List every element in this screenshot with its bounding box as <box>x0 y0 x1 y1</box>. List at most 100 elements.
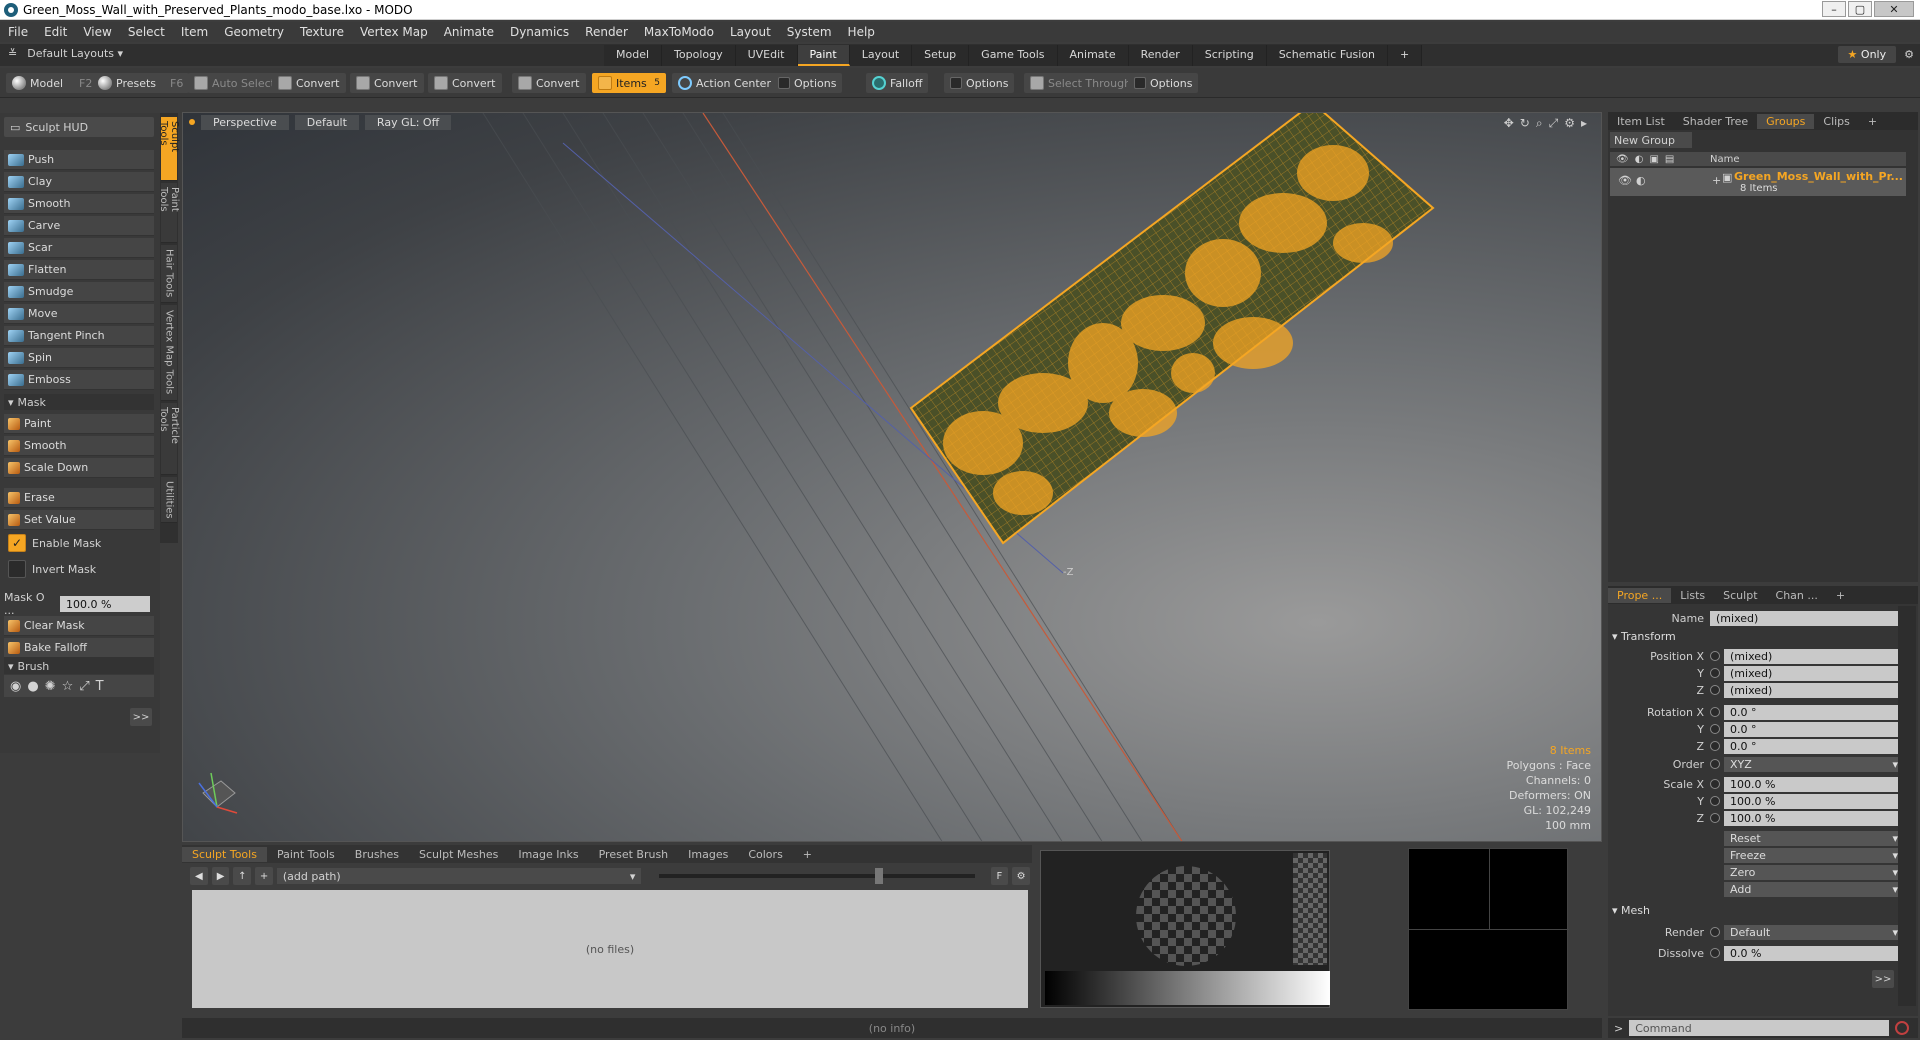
tab-setup[interactable]: Setup <box>912 45 970 66</box>
filter-button[interactable]: F <box>990 867 1009 885</box>
tab-layout[interactable]: Layout <box>849 45 913 66</box>
back-arrow-icon[interactable]: ◀ <box>190 867 208 885</box>
rotation-z-field[interactable]: 0.0 ° <box>1724 738 1904 754</box>
tab-clips[interactable]: Clips <box>1814 114 1859 129</box>
stroke-brush-icon[interactable]: ⤢ <box>79 679 89 694</box>
tab-game-tools[interactable]: Game Tools <box>969 45 1058 66</box>
raygl-dropdown[interactable]: Ray GL: Off <box>364 114 452 130</box>
row-render-icon[interactable]: ◐ <box>1636 174 1646 187</box>
invert-mask-row[interactable]: Invert Mask <box>4 558 154 580</box>
3d-viewport[interactable]: -Z Perspective Default Ray GL: Off ✥ ↻ ⌕… <box>182 112 1602 842</box>
tab-paint-tools[interactable]: Paint Tools <box>267 847 345 862</box>
radio-icon[interactable] <box>1710 724 1720 734</box>
tab-preset-brush[interactable]: Preset Brush <box>589 847 679 862</box>
menu-layout[interactable]: Layout <box>722 25 779 39</box>
invert-mask-checkbox[interactable] <box>8 560 26 578</box>
vtab-paint-tools[interactable]: Paint Tools <box>158 183 180 243</box>
action-center-button[interactable]: Action Center <box>672 73 777 93</box>
zoom-icon[interactable]: ⌕ <box>1536 116 1543 131</box>
tab-schematic-fusion[interactable]: Schematic Fusion <box>1266 45 1389 66</box>
tab-brushes[interactable]: Brushes <box>345 847 409 862</box>
tool-smudge[interactable]: Smudge <box>4 282 154 302</box>
zero-dropdown[interactable]: Zero ▾ <box>1724 864 1904 880</box>
auto-select-button[interactable]: Auto Select <box>188 73 281 93</box>
tool-tangent-pinch[interactable]: Tangent Pinch <box>4 326 154 346</box>
add-path-icon[interactable]: + <box>255 867 273 885</box>
radio-icon[interactable] <box>1710 796 1720 806</box>
bake-falloff-button[interactable]: Bake Falloff <box>4 638 154 658</box>
layout-toggle-icon[interactable]: ≚ <box>8 47 17 60</box>
convert-button-1[interactable]: Convert <box>272 73 346 93</box>
vtab-particle-tools[interactable]: Particle Tools <box>158 403 180 475</box>
scale-z-field[interactable]: 100.0 % <box>1724 810 1904 826</box>
tool-move[interactable]: Move <box>4 304 154 324</box>
rotate-icon[interactable]: ↻ <box>1520 116 1530 131</box>
close-button[interactable]: ✕ <box>1874 1 1914 17</box>
position-x-field[interactable]: (mixed) <box>1724 648 1904 664</box>
mask-paint[interactable]: Paint <box>4 414 154 434</box>
radio-icon[interactable] <box>1710 707 1720 717</box>
view-type-dropdown[interactable]: Perspective <box>201 114 289 130</box>
tab-colors[interactable]: Colors <box>738 847 792 862</box>
hard-brush-icon[interactable]: ● <box>27 679 38 694</box>
radio-icon[interactable] <box>1710 741 1720 751</box>
menu-maxtomodo[interactable]: MaxToModo <box>636 25 722 39</box>
presets-button[interactable]: Presets F6 <box>92 73 190 93</box>
new-group-button[interactable]: New Group <box>1610 132 1692 148</box>
menu-item[interactable]: Item <box>173 25 216 39</box>
menu-file[interactable]: File <box>0 25 36 39</box>
mask-opacity-field[interactable]: 100.0 % <box>60 596 150 612</box>
tab-sculpt[interactable]: Sculpt <box>1714 588 1766 603</box>
radio-icon[interactable] <box>1710 927 1720 937</box>
star-brush-icon[interactable]: ☆ <box>62 679 74 694</box>
only-button[interactable]: ★ Only <box>1837 46 1897 63</box>
menu-dynamics[interactable]: Dynamics <box>502 25 577 39</box>
moss-wall-mesh[interactable] <box>909 113 1435 545</box>
tab-item-list[interactable]: Item List <box>1608 114 1674 129</box>
add-dropdown[interactable]: Add ▾ <box>1724 881 1904 897</box>
soft-brush-icon[interactable]: ◉ <box>10 679 21 694</box>
viewport-gear-icon[interactable]: ⚙ <box>1564 116 1575 131</box>
command-history-icon[interactable] <box>1895 1021 1910 1035</box>
transform-section[interactable]: ▾ Transform <box>1612 630 1676 643</box>
gear-icon[interactable]: ⚙ <box>1904 48 1914 61</box>
tool-flatten[interactable]: Flatten <box>4 260 154 280</box>
sculpt-hud-header[interactable]: ▭ Sculpt HUD <box>4 117 154 137</box>
tab-properties[interactable]: Prope ... <box>1608 587 1672 603</box>
radio-icon[interactable] <box>1710 651 1720 661</box>
select-through-button[interactable]: Select Through <box>1024 73 1138 93</box>
forward-arrow-icon[interactable]: ▶ <box>211 867 230 885</box>
radio-icon[interactable] <box>1710 779 1720 789</box>
tab-images[interactable]: Images <box>678 847 738 862</box>
tab-paint[interactable]: Paint <box>797 45 850 66</box>
position-y-field[interactable]: (mixed) <box>1724 665 1904 681</box>
default-layouts-dropdown[interactable]: Default Layouts ▾ <box>27 47 123 60</box>
select-options-button[interactable]: Options <box>1128 73 1199 93</box>
mask-set-value[interactable]: Set Value <box>4 510 154 530</box>
visibility-eye-icon[interactable]: 👁 <box>1616 154 1629 165</box>
menu-view[interactable]: View <box>75 25 119 39</box>
render-icon[interactable]: ◐ <box>1635 154 1644 165</box>
tool-smooth[interactable]: Smooth <box>4 194 154 214</box>
slider-knob[interactable] <box>875 868 884 884</box>
name-field[interactable]: (mixed) <box>1710 610 1904 626</box>
tab-render[interactable]: Render <box>1128 45 1193 66</box>
minimize-button[interactable]: – <box>1822 1 1846 17</box>
shading-dropdown[interactable]: Default <box>294 114 359 130</box>
tab-lists[interactable]: Lists <box>1671 588 1714 603</box>
maximize-button[interactable]: ▢ <box>1848 1 1872 17</box>
viewport-more-icon[interactable]: ▸ <box>1581 116 1587 131</box>
rotation-x-field[interactable]: 0.0 ° <box>1724 704 1904 720</box>
tab-animate[interactable]: Animate <box>1057 45 1129 66</box>
mask-section[interactable]: ▾ Mask <box>4 394 154 410</box>
path-dropdown[interactable]: (add path) ▾ <box>276 868 642 884</box>
radio-icon[interactable] <box>1710 759 1720 769</box>
model-button[interactable]: Model F2 <box>6 73 99 93</box>
tab-scripting[interactable]: Scripting <box>1192 45 1267 66</box>
add-tab-button[interactable]: + <box>1827 588 1854 603</box>
tab-uvedit[interactable]: UVEdit <box>735 45 798 66</box>
scale-x-field[interactable]: 100.0 % <box>1724 776 1904 792</box>
up-folder-icon[interactable]: ↑ <box>233 867 252 885</box>
menu-texture[interactable]: Texture <box>292 25 352 39</box>
row-eye-icon[interactable]: 👁 <box>1618 174 1632 187</box>
